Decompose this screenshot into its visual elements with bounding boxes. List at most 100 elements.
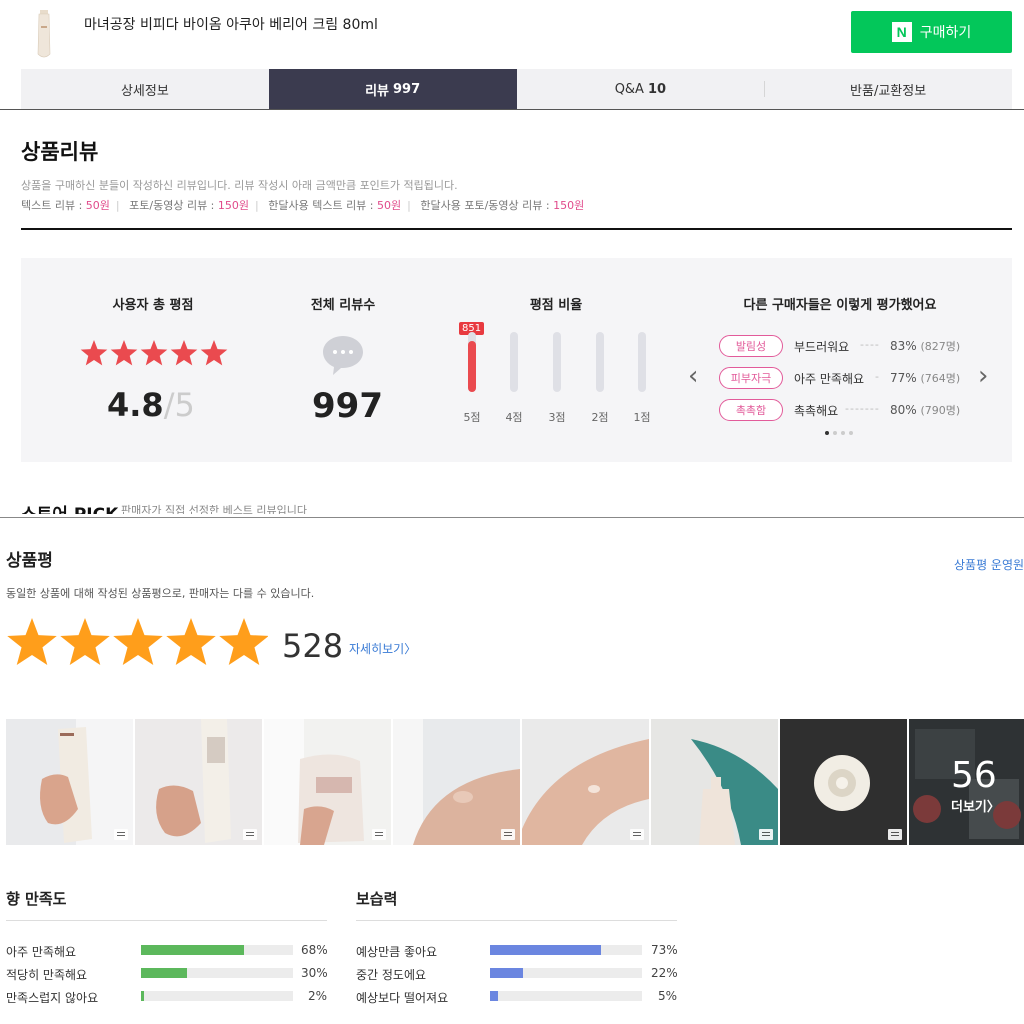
attribute-fill [141,968,187,978]
keyword-text: 아주 만족해요 [794,372,865,386]
rating-value: 4.8 [107,386,164,424]
rating-title: 사용자 총 평점 [112,298,194,313]
attribute-percent: 73% [651,943,678,957]
review-icon [243,829,257,840]
carousel-dot[interactable] [841,431,845,435]
sangpum-heading: 상품평 [6,551,53,571]
tab-qna[interactable]: Q&A 10 [517,69,765,109]
star-icon [219,618,268,666]
keyword-text: 촉촉해요 [794,404,839,418]
tab-review[interactable]: 리뷰 997 [268,69,517,109]
review-photo[interactable] [393,719,520,845]
attribute-label: 적당히 만족해요 [6,968,88,982]
attribute-label: 만족스럽지 않아요 [6,991,99,1005]
attribute-percent: 5% [658,989,678,1003]
attribute-fill [490,991,498,1001]
detail-link[interactable]: 자세히보기〉 [349,640,416,657]
tab-count: 997 [393,81,421,97]
operation-policy-link[interactable]: 상품평 운영원칙 [954,556,1024,573]
attribute-bar [490,968,642,978]
keyword-dashes: - [875,370,880,383]
keyword-percent: 83% (827명) [890,339,961,353]
photo-more[interactable]: 56 더보기〉 [909,719,1024,845]
keyword-dashes: ---- [860,338,880,351]
review-icon [372,829,386,840]
star-icon [170,340,198,366]
store-pick-header: 스토어 PICK 판매자가 직접 선정한 베스트 리뷰입니다 [21,492,1012,514]
tab-detail[interactable]: 상세정보 [21,69,269,109]
attribute-bar [141,968,293,978]
review-photo[interactable] [522,719,649,845]
attribute-percent: 22% [651,966,678,980]
chevron-right-icon: 〉 [404,642,417,656]
buy-button[interactable]: N 구매하기 [851,11,1012,53]
detail-link-label: 자세히보기 [349,642,405,656]
attribute-divider [6,920,327,921]
chevron-left-icon[interactable]: ‹ [688,361,698,391]
review-icon [759,829,773,840]
product-thumbnail [37,10,51,58]
star-icon [113,618,163,666]
count-title: 전체 리뷰수 [310,298,376,313]
tab-divider [0,109,1024,110]
ratio-label: 3점 [548,411,566,424]
carousel-dot[interactable] [825,431,829,435]
photo-more-label: 더보기〉 [951,800,1000,815]
keyword-text: 부드러워요 [794,340,850,354]
tab-return-exchange[interactable]: 반품/교환정보 [764,69,1012,109]
points-item: 텍스트 리뷰 : 50원 [21,199,110,212]
chevron-right-icon[interactable]: › [978,361,988,391]
sangpum-stars [7,618,268,666]
buy-button-label: 구매하기 [919,25,972,41]
ratio-bar-5 [468,332,476,392]
ratio-label: 1점 [633,411,651,424]
ratio-bar-1 [638,332,646,392]
ratio-label: 2점 [591,411,609,424]
ratio-bar-2 [596,332,604,392]
review-photo[interactable] [6,719,133,845]
star-icon [110,340,138,366]
review-icon [630,829,644,840]
carousel-dot[interactable] [833,431,837,435]
review-heading: 상품리뷰 [21,140,99,164]
store-pick-description: 판매자가 직접 선정한 베스트 리뷰입니다 [121,504,308,514]
product-title: 마녀공장 비피다 바이옴 아쿠아 베리어 크림 80ml [84,17,378,33]
attribute-bar [490,991,642,1001]
naver-n-icon: N [891,22,912,42]
review-photo[interactable] [264,719,391,845]
ratio-bar-3 [553,332,561,392]
review-icon [888,829,902,840]
attribute-percent: 30% [301,966,328,980]
ratio-label: 5점 [463,411,481,424]
keywords-title: 다른 구매자들은 이렇게 평가했어요 [743,298,937,313]
review-photo[interactable] [651,719,778,845]
attribute-bar [141,991,293,1001]
ratio-bar-4 [510,332,518,392]
attribute-label: 예상보다 떨어져요 [356,991,449,1005]
rating-stars [80,340,228,366]
review-icon [501,829,515,840]
review-photo[interactable] [135,719,262,845]
store-pick-title: 스토어 PICK [21,500,118,514]
attribute-title: 향 만족도 [6,890,67,908]
attribute-fill [490,945,601,955]
keyword-percent: 80% (790명) [890,403,961,417]
attribute-divider [356,920,677,921]
average-rating: 4.8/5 [107,386,195,424]
attribute-label: 예상만큼 좋아요 [356,945,438,959]
star-icon [200,340,228,366]
star-icon [166,618,216,666]
keyword-dashes: ------- [845,402,880,415]
review-points-line: 텍스트 리뷰 : 50원 | 포토/동영상 리뷰 : 150원 | 한달사용 텍스트… [21,199,585,212]
ratio-title: 평점 비율 [529,298,583,313]
attribute-fill [141,945,245,955]
review-photo[interactable] [780,719,907,845]
keyword-tag: 촉촉함 [719,399,783,421]
tab-bar: 상세정보 리뷰 997 Q&A 10 반품/교환정보 [21,69,1012,109]
attribute-label: 중간 정도에요 [356,968,427,982]
attribute-bar [490,945,642,955]
attribute-fill [141,991,145,1001]
carousel-dot[interactable] [849,431,853,435]
review-icon [114,829,128,840]
total-review-count: 997 [312,386,383,426]
